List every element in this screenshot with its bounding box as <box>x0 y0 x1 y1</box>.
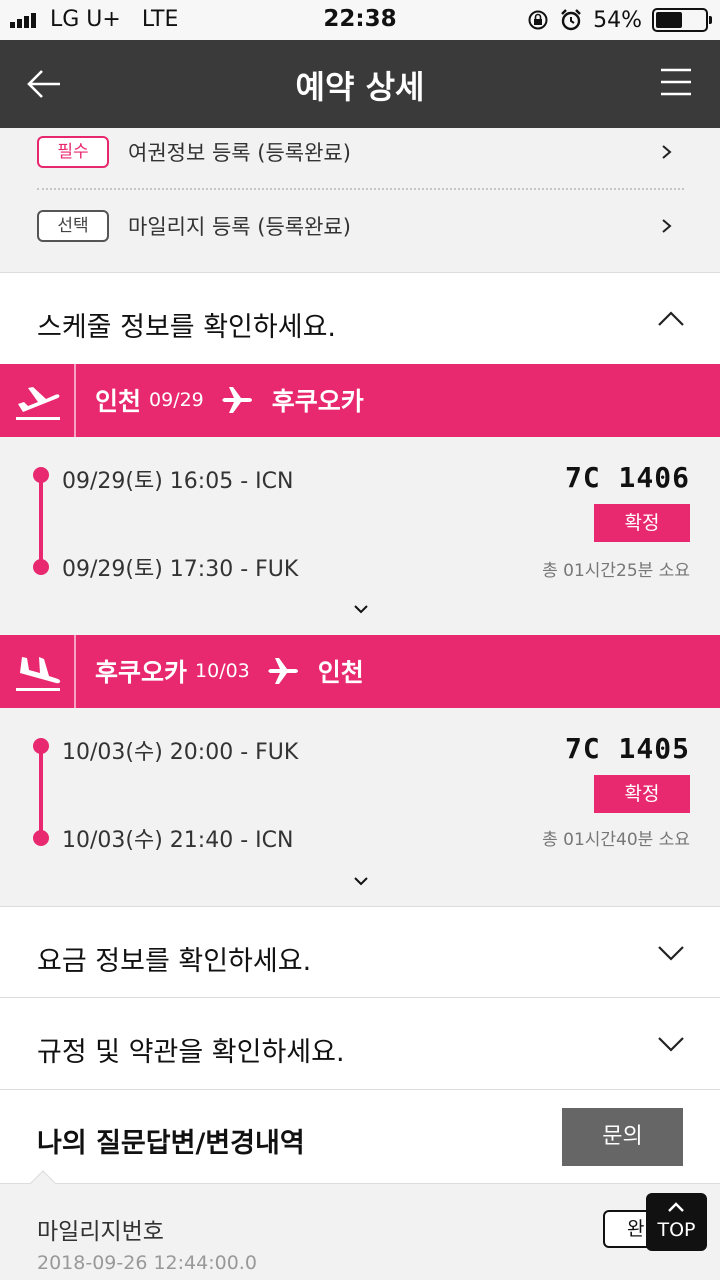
chevron-right-icon <box>662 145 672 159</box>
fare-section-header[interactable]: 요금 정보를 확인하세요. <box>0 906 720 998</box>
flight-duration: 총 01시간25분 소요 <box>542 561 690 581</box>
flight-date: 09/29 <box>149 389 204 411</box>
timeline-dot <box>33 830 49 846</box>
takeoff-icon <box>16 387 60 420</box>
arrival-info: 10/03(수) 21:40 - ICN <box>62 828 294 853</box>
destination-city: 후쿠오카 <box>271 387 364 416</box>
scroll-top-label: TOP <box>657 1219 696 1241</box>
registration-list: 필수 여권정보 등록 (등록완료) 선택 마일리지 등록 (등록완료) <box>0 128 720 272</box>
departure-icon-box <box>0 364 76 437</box>
rotation-lock-icon <box>528 10 548 30</box>
scroll-top-button[interactable]: TOP <box>646 1193 707 1251</box>
return-route: 후쿠오카 10/03 인천 <box>95 653 364 689</box>
arrival-icon-box <box>0 635 76 708</box>
timeline-dot <box>33 738 49 754</box>
rules-section-title: 규정 및 약관을 확인하세요. <box>37 1037 345 1068</box>
timeline-line <box>39 746 43 838</box>
battery-level <box>656 12 682 28</box>
chevron-down-icon <box>658 946 684 961</box>
timeline-dot <box>33 467 49 483</box>
inquiry-button[interactable]: 문의 <box>562 1108 683 1166</box>
chevron-down-icon[interactable] <box>353 604 369 614</box>
chevron-up-icon <box>658 311 684 326</box>
outbound-route: 인천 09/29 후쿠오카 <box>95 382 364 418</box>
status-badge: 확정 <box>594 775 690 813</box>
arrival-info: 09/29(토) 17:30 - FUK <box>62 557 299 582</box>
mileage-registration-row[interactable]: 선택 마일리지 등록 (등록완료) <box>0 204 720 264</box>
flight-duration: 총 01시간40분 소요 <box>542 830 690 850</box>
departure-info: 10/03(수) 20:00 - FUK <box>62 740 299 765</box>
history-date: 2018-09-26 12:44:00.0 <box>37 1252 257 1274</box>
timeline-dot <box>33 559 49 575</box>
airplane-icon <box>267 658 298 684</box>
battery-icon <box>652 8 712 32</box>
fare-section-title: 요금 정보를 확인하세요. <box>37 946 312 977</box>
return-flight-detail: 10/03(수) 20:00 - FUK 10/03(수) 21:40 - IC… <box>0 708 720 906</box>
required-badge: 필수 <box>37 136 109 168</box>
destination-city: 인천 <box>317 658 364 687</box>
schedule-section-header[interactable]: 스케줄 정보를 확인하세요. <box>0 272 720 364</box>
chevron-up-icon <box>668 1202 684 1212</box>
qa-section-title: 나의 질문답변/변경내역 <box>37 1128 305 1159</box>
rules-section-header[interactable]: 규정 및 약관을 확인하세요. <box>0 997 720 1089</box>
flight-number: 7C 1406 <box>564 461 690 494</box>
status-bar: LG U+ LTE 22:38 54% <box>0 0 720 40</box>
timeline-line <box>39 475 43 567</box>
departure-info: 09/29(토) 16:05 - ICN <box>62 469 294 494</box>
passport-registration-row[interactable]: 필수 여권정보 등록 (등록완료) <box>0 130 720 190</box>
history-list-item: 마일리지번호 2018-09-26 12:44:00.0 완 <box>0 1170 720 1280</box>
alarm-icon <box>561 9 581 31</box>
chevron-down-icon <box>658 1037 684 1052</box>
qa-section: 나의 질문답변/변경내역 문의 <box>0 1089 720 1184</box>
passport-registration-label: 여권정보 등록 (등록완료) <box>128 141 351 165</box>
schedule-section-title: 스케줄 정보를 확인하세요. <box>37 312 336 343</box>
mileage-registration-label: 마일리지 등록 (등록완료) <box>128 215 351 239</box>
origin-city: 후쿠오카 <box>95 658 188 687</box>
landing-icon <box>16 657 61 691</box>
divider <box>37 188 684 190</box>
hamburger-menu-icon[interactable] <box>660 66 692 98</box>
chevron-down-icon[interactable] <box>353 876 369 886</box>
flight-number: 7C 1405 <box>564 732 690 765</box>
page-title: 예약 상세 <box>295 68 425 106</box>
return-flight-bar: 후쿠오카 10/03 인천 <box>0 635 720 708</box>
outbound-flight-bar: 인천 09/29 후쿠오카 <box>0 364 720 437</box>
status-badge: 확정 <box>594 504 690 542</box>
optional-badge: 선택 <box>37 210 109 242</box>
outbound-flight-detail: 09/29(토) 16:05 - ICN 09/29(토) 17:30 - FU… <box>0 437 720 635</box>
airplane-icon <box>221 387 252 413</box>
origin-city: 인천 <box>95 387 142 416</box>
history-label: 마일리지번호 <box>37 1219 164 1245</box>
battery-percent: 54% <box>593 7 642 33</box>
chevron-right-icon <box>662 219 672 233</box>
flight-date: 10/03 <box>195 660 250 682</box>
app-header: 예약 상세 <box>0 40 720 128</box>
